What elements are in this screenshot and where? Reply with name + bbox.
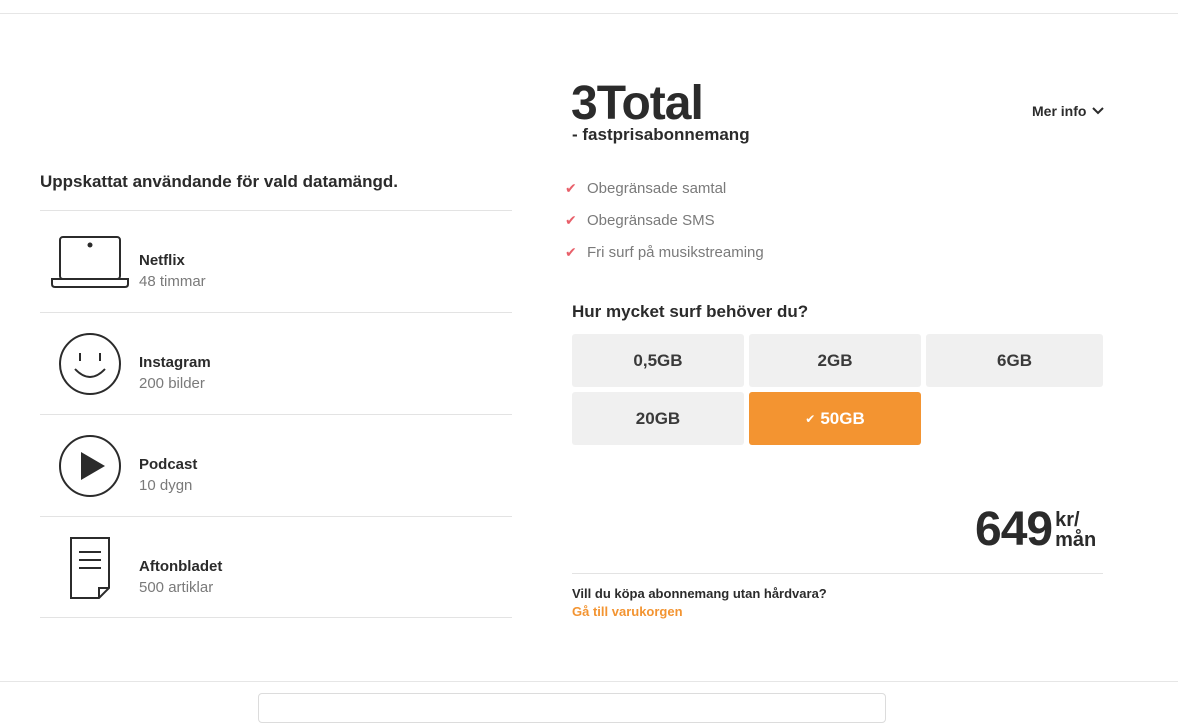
option-label: 6GB <box>997 350 1032 370</box>
checkmark-icon: ✔ <box>805 411 816 426</box>
usage-item-aftonbladet: Aftonbladet 500 artiklar <box>40 516 512 618</box>
top-divider <box>0 13 1178 14</box>
bottom-divider <box>0 681 1178 682</box>
feature-list: ✔ Obegränsade samtal ✔ Obegränsade SMS ✔… <box>565 172 764 268</box>
play-icon <box>50 433 130 499</box>
usage-detail: 10 dygn <box>139 477 193 494</box>
feature-text: Obegränsade samtal <box>587 179 727 197</box>
data-option-0-5gb[interactable]: 0,5GB <box>572 334 744 387</box>
feature-item: ✔ Obegränsade SMS <box>565 204 764 236</box>
usage-item-netflix: Netflix 48 timmar <box>40 210 512 312</box>
check-icon: ✔ <box>565 243 577 260</box>
document-icon <box>50 535 130 601</box>
usage-title: Aftonbladet <box>139 558 223 575</box>
option-label: 50GB <box>820 408 865 428</box>
usage-title: Podcast <box>139 456 198 473</box>
data-question: Hur mycket surf behöver du? <box>572 302 809 321</box>
usage-detail: 200 bilder <box>139 375 205 392</box>
price-amount: 649 <box>975 503 1053 556</box>
data-option-6gb[interactable]: 6GB <box>926 334 1103 387</box>
price-unit: kr/ mån <box>1055 510 1096 550</box>
usage-item-podcast: Podcast 10 dygn <box>40 414 512 516</box>
bottom-card <box>258 693 886 723</box>
data-option-50gb[interactable]: ✔ 50GB <box>749 392 921 445</box>
more-info-label: Mer info <box>1032 103 1087 119</box>
laptop-icon <box>50 229 130 295</box>
option-label: 2GB <box>817 350 853 370</box>
usage-list: Netflix 48 timmar Instagram 200 bilder P… <box>40 210 512 618</box>
usage-detail: 500 artiklar <box>139 579 214 596</box>
feature-item: ✔ Fri surf på musikstreaming <box>565 236 764 268</box>
more-info-toggle[interactable]: Mer info <box>1032 103 1105 119</box>
price-unit-currency: kr/ <box>1055 509 1080 531</box>
go-to-cart-link[interactable]: Gå till varukorgen <box>572 604 683 619</box>
price-divider <box>572 573 1103 574</box>
usage-heading: Uppskattat användande för vald datamängd… <box>40 172 399 191</box>
data-option-20gb[interactable]: 20GB <box>572 392 744 445</box>
usage-title: Netflix <box>139 252 185 269</box>
usage-title: Instagram <box>139 354 211 371</box>
chevron-down-icon <box>1092 107 1105 115</box>
feature-text: Obegränsade SMS <box>587 211 715 229</box>
check-icon: ✔ <box>565 179 577 196</box>
feature-item: ✔ Obegränsade samtal <box>565 172 764 204</box>
monthly-price: 649 kr/ mån <box>975 502 1096 558</box>
product-title: 3Total <box>571 77 704 130</box>
check-icon: ✔ <box>565 211 577 228</box>
product-subtitle: - fastprisabonnemang <box>572 125 750 144</box>
data-option-2gb[interactable]: 2GB <box>749 334 921 387</box>
no-hardware-question: Vill du köpa abonnemang utan hårdvara? <box>572 586 827 601</box>
usage-detail: 48 timmar <box>139 273 206 290</box>
usage-item-instagram: Instagram 200 bilder <box>40 312 512 414</box>
feature-text: Fri surf på musikstreaming <box>587 243 764 261</box>
smiley-icon <box>50 331 130 397</box>
price-unit-period: mån <box>1055 529 1097 551</box>
option-label: 0,5GB <box>633 350 683 370</box>
option-label: 20GB <box>635 408 681 428</box>
